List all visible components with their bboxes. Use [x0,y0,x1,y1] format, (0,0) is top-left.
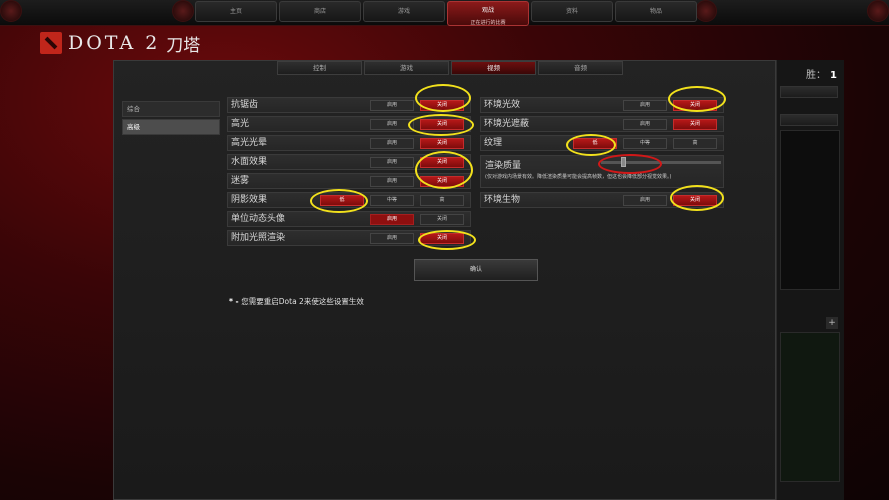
option-disable[interactable]: 关闭 [673,119,717,130]
render-quality-note: (仅对游戏内场景有效。降低渲染质量可能会提高帧数，但这也会降低部分视觉效果。) [485,174,672,180]
setting-row-antialiasing: 抗锯齿 启用 关闭 [227,97,471,113]
option-disable[interactable]: 关闭 [673,195,717,206]
setting-label: 单位动态头像 [231,214,286,224]
nav-tab-profile[interactable]: 资料 [531,1,613,22]
option-disable[interactable]: 关闭 [420,176,464,187]
setting-label: 渲染质量 [485,161,522,171]
option-enable[interactable]: 启用 [623,195,667,206]
option-disable[interactable]: 关闭 [420,138,464,149]
setting-label: 高光 [231,119,250,129]
right-panel-header[interactable] [780,114,838,126]
option-enable[interactable]: 启用 [370,157,414,168]
option-low[interactable]: 低 [320,195,364,206]
nav-tab-home[interactable]: 主页 [195,1,277,22]
setting-label: 迷雾 [231,176,250,186]
setting-row-unit-portrait: 单位动态头像 启用 关闭 [227,211,471,227]
option-enable[interactable]: 启用 [370,138,414,149]
setting-label: 环境光遮蔽 [484,119,530,129]
nav-tab-play[interactable]: 游戏 [363,1,445,22]
tab-game[interactable]: 游戏 [364,61,449,75]
option-enable[interactable]: 启用 [370,119,414,130]
setting-label: 高光光晕 [231,138,268,148]
option-medium[interactable]: 中等 [623,138,667,149]
nav-tab-watch-sub: 正在进行的比赛 [470,20,506,26]
option-disable[interactable]: 关闭 [420,100,464,111]
setting-row-ambient-occlusion: 环境光遮蔽 启用 关闭 [480,116,724,132]
nav-tab-watch-label: 观战 [481,7,494,14]
right-ornament-icon [695,0,717,22]
option-disable[interactable]: 关闭 [420,157,464,168]
nav-tab-store[interactable]: 商店 [279,1,361,22]
setting-label: 抗锯齿 [231,100,259,110]
top-navigation-bar: 主页 商店 游戏 观战 正在进行的比赛 资料 物品 [0,0,889,26]
option-enable[interactable]: 启用 [623,100,667,111]
confirm-button[interactable]: 确认 [414,259,538,281]
setting-label: 纹理 [484,138,503,148]
left-ornament-icon-2 [172,0,194,22]
settings-tabs: 控制 游戏 视频 音频 [277,61,623,75]
option-enable[interactable]: 启用 [370,214,414,225]
add-icon[interactable]: + [826,317,838,329]
setting-row-render-quality: 渲染质量 (仅对游戏内场景有效。降低渲染质量可能会提高帧数，但这也会降低部分视觉… [480,155,724,188]
tab-audio[interactable]: 音频 [538,61,623,75]
restart-note: * - 您需要重启Dota 2来使这些设置生效 [229,297,364,306]
option-disable[interactable]: 关闭 [420,119,464,130]
option-medium[interactable]: 中等 [370,195,414,206]
right-ornament-icon-2 [867,0,889,22]
render-quality-slider[interactable] [601,161,721,164]
option-high[interactable]: 高 [673,138,717,149]
tab-video[interactable]: 视频 [451,61,536,75]
setting-row-bloom: 高光光晕 启用 关闭 [227,135,471,151]
setting-label: 阴影效果 [231,195,268,205]
win-count: 胜： 1 [806,70,837,81]
setting-label: 附加光照渲染 [231,233,286,243]
settings-sidebar: 综合 高级 [122,101,220,137]
left-ornament-icon [0,0,22,22]
option-high[interactable]: 高 [420,195,464,206]
right-panel-list[interactable] [780,130,840,290]
option-enable[interactable]: 启用 [370,233,414,244]
dota-logo-icon [40,32,62,54]
option-low[interactable]: 低 [573,138,617,149]
logo-cn-text: 刀塔 [166,35,201,56]
option-enable[interactable]: 启用 [623,119,667,130]
option-disable[interactable]: 关闭 [673,100,717,111]
setting-row-shadows: 阴影效果 低 中等 高 [227,192,471,208]
right-panel-bar [780,86,838,98]
setting-row-ambient-creatures: 环境生物 启用 关闭 [480,192,724,208]
setting-row-specular: 高光 启用 关闭 [227,116,471,132]
setting-label: 环境生物 [484,195,521,205]
option-disable[interactable]: 关闭 [420,214,464,225]
option-enable[interactable]: 启用 [370,100,414,111]
setting-label: 环境光效 [484,100,521,110]
setting-row-fog: 迷雾 启用 关闭 [227,173,471,189]
logo-text: DOTA 2 [68,32,161,54]
tab-controls[interactable]: 控制 [277,61,362,75]
setting-row-textures: 纹理 低 中等 高 [480,135,724,151]
right-panel-chat[interactable] [780,332,840,482]
sidebar-item-advanced[interactable]: 高级 [122,119,220,135]
dota2-logo: DOTA 2 刀塔 [40,32,201,56]
setting-row-additive-light: 附加光照渲染 启用 关闭 [227,230,471,246]
setting-row-ambient-effects: 环境光效 启用 关闭 [480,97,724,113]
nav-tab-watch[interactable]: 观战 正在进行的比赛 [447,1,529,26]
option-disable[interactable]: 关闭 [420,233,464,244]
nav-tab-items[interactable]: 物品 [615,1,697,22]
render-quality-slider-handle[interactable] [621,157,626,167]
sidebar-item-general[interactable]: 综合 [122,101,220,117]
setting-label: 水面效果 [231,157,268,167]
option-enable[interactable]: 启用 [370,176,414,187]
setting-row-water: 水面效果 启用 关闭 [227,154,471,170]
